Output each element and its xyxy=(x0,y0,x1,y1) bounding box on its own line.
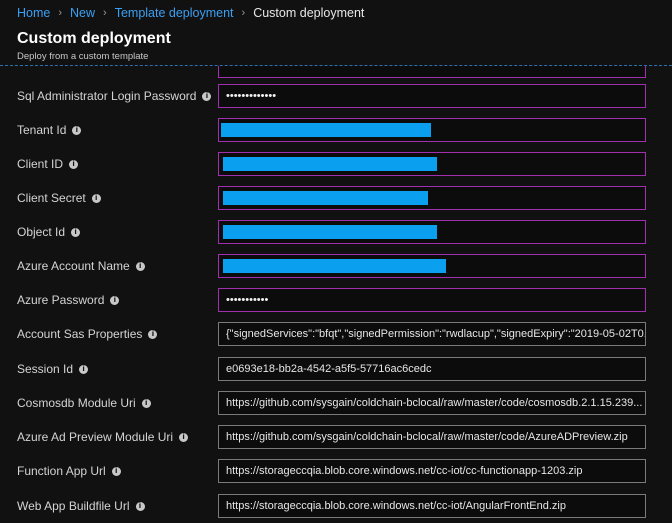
breadcrumb-current: Custom deployment xyxy=(253,5,365,20)
field-label-text: Client Secret xyxy=(17,191,86,205)
field-value: https://storageccqia.blob.core.windows.n… xyxy=(226,465,583,477)
info-icon[interactable]: i xyxy=(69,159,79,169)
azure-password-input[interactable]: ••••••••••• xyxy=(218,288,646,312)
redacted-value xyxy=(221,123,431,137)
field-value: ••••••••••••• xyxy=(226,90,277,102)
field-label: Sql Administrator Login Password i xyxy=(17,89,212,103)
form-row-azure-password: Azure Password i ••••••••••• xyxy=(0,288,672,312)
field-label-text: Client ID xyxy=(17,157,64,171)
azure-ad-preview-module-uri-input[interactable]: https://github.com/sysgain/coldchain-bcl… xyxy=(218,425,646,449)
form-scroll-area[interactable]: Sql Administrator Login Password i •••••••… xyxy=(0,66,672,523)
blade-header: Custom deployment Deploy from a custom t… xyxy=(0,25,672,66)
form-row-session-id: Session Id i e0693e18-bb2a-4542-a5f5-57716… xyxy=(0,357,672,381)
info-icon[interactable]: i xyxy=(110,295,120,305)
info-icon[interactable]: i xyxy=(202,91,212,101)
field-value: https://github.com/sysgain/coldchain-bcl… xyxy=(226,431,628,443)
redacted-value xyxy=(223,225,437,239)
field-value: e0693e18-bb2a-4542-a5f5-57716ac6cedc xyxy=(226,363,432,375)
form-row-tenant-id: Tenant Id i xyxy=(0,118,672,142)
field-value: ••••••••••• xyxy=(226,294,269,306)
cosmosdb-module-uri-input[interactable]: https://github.com/sysgain/coldchain-bcl… xyxy=(218,391,646,415)
sql-administrator-login-password-input[interactable]: ••••••••••••• xyxy=(218,84,646,108)
chevron-right-icon: › xyxy=(58,6,63,19)
field-label-text: Azure Ad Preview Module Uri xyxy=(17,430,174,444)
client-secret-input[interactable] xyxy=(218,186,646,210)
breadcrumb: Home › New › Template deployment › Custo… xyxy=(0,0,672,25)
field-label: Web App Buildfile Url i xyxy=(17,499,145,513)
field-label: Tenant Id i xyxy=(17,123,82,137)
form-row-function-app-url: Function App Url i https://storageccqia.bl… xyxy=(0,459,672,483)
form-row-cosmosdb-module-uri: Cosmosdb Module Uri i https://github.com/s… xyxy=(0,391,672,415)
form-row-azure-ad-preview-module-uri: Azure Ad Preview Module Uri i https://gith… xyxy=(0,425,672,449)
field-label-text: Object Id xyxy=(17,225,66,239)
field-value: https://storageccqia.blob.core.windows.n… xyxy=(226,500,566,512)
account-sas-properties-input[interactable]: {"signedServices":"bfqt","signedPermissi… xyxy=(218,322,646,346)
info-icon[interactable]: i xyxy=(141,398,151,408)
partially-hidden-row xyxy=(0,66,672,78)
form-row-web-app-buildfile-url: Web App Buildfile Url i https://storageccq… xyxy=(0,494,672,518)
field-label-text: Azure Account Name xyxy=(17,259,130,273)
field-label-text: Web App Buildfile Url xyxy=(17,499,130,513)
page-title: Custom deployment xyxy=(17,30,171,47)
field-label: Session Id i xyxy=(17,362,89,376)
info-icon[interactable]: i xyxy=(79,364,89,374)
field-label-text: Function App Url xyxy=(17,464,106,478)
field-label: Object Id i xyxy=(17,225,81,239)
breadcrumb-home[interactable]: Home xyxy=(17,6,50,20)
field-label: Client Secret i xyxy=(17,191,101,205)
function-app-url-input[interactable]: https://storageccqia.blob.core.windows.n… xyxy=(218,459,646,483)
form-row-object-id: Object Id i xyxy=(0,220,672,244)
form-row-azure-account-name: Azure Account Name i xyxy=(0,254,672,278)
breadcrumb-new[interactable]: New xyxy=(70,6,95,20)
form-row-client-id: Client ID i xyxy=(0,152,672,176)
web-app-buildfile-url-input[interactable]: https://storageccqia.blob.core.windows.n… xyxy=(218,494,646,518)
page-subtitle: Deploy from a custom template xyxy=(17,51,149,62)
redacted-value xyxy=(223,191,428,205)
field-label: Function App Url i xyxy=(17,464,121,478)
chevron-right-icon: › xyxy=(241,6,246,19)
breadcrumb-template-deployment[interactable]: Template deployment xyxy=(115,6,234,20)
partially-hidden-field[interactable] xyxy=(218,66,646,78)
info-icon[interactable]: i xyxy=(148,329,158,339)
form-row-sql-administrator-login-password: Sql Administrator Login Password i •••••••… xyxy=(0,84,672,108)
field-label: Client ID i xyxy=(17,157,79,171)
client-id-input[interactable] xyxy=(218,152,646,176)
field-label-text: Session Id xyxy=(17,362,74,376)
info-icon[interactable]: i xyxy=(111,466,121,476)
info-icon[interactable]: i xyxy=(179,432,189,442)
field-label-text: Sql Administrator Login Password xyxy=(17,89,197,103)
field-label: Account Sas Properties i xyxy=(17,327,158,341)
redacted-value xyxy=(223,259,446,273)
redacted-value xyxy=(223,157,437,171)
field-value: https://github.com/sysgain/coldchain-bcl… xyxy=(226,397,643,409)
field-label: Azure Account Name i xyxy=(17,259,145,273)
form-row-account-sas-properties: Account Sas Properties i {"signedServices"… xyxy=(0,322,672,346)
field-label: Azure Password i xyxy=(17,293,120,307)
object-id-input[interactable] xyxy=(218,220,646,244)
info-icon[interactable]: i xyxy=(72,125,82,135)
field-value: {"signedServices":"bfqt","signedPermissi… xyxy=(226,328,646,340)
field-label-text: Cosmosdb Module Uri xyxy=(17,396,136,410)
info-icon[interactable]: i xyxy=(91,193,101,203)
field-label: Azure Ad Preview Module Uri i xyxy=(17,430,189,444)
info-icon[interactable]: i xyxy=(135,261,145,271)
session-id-input[interactable]: e0693e18-bb2a-4542-a5f5-57716ac6cedc xyxy=(218,357,646,381)
form-row-client-secret: Client Secret i xyxy=(0,186,672,210)
field-label-text: Azure Password xyxy=(17,293,105,307)
azure-account-name-input[interactable] xyxy=(218,254,646,278)
chevron-right-icon: › xyxy=(103,6,107,19)
tenant-id-input[interactable] xyxy=(218,118,646,142)
info-icon[interactable]: i xyxy=(71,227,81,237)
field-label: Cosmosdb Module Uri i xyxy=(17,396,151,410)
info-icon[interactable]: i xyxy=(135,501,145,511)
field-label-text: Tenant Id xyxy=(17,123,67,137)
field-label-text: Account Sas Properties xyxy=(17,327,143,341)
